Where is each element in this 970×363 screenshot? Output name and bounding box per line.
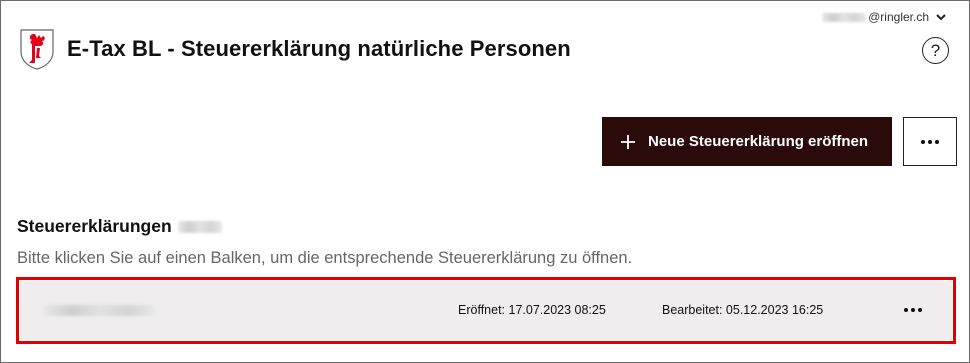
section-hint: Bitte klicken Sie auf einen Balken, um d…: [17, 249, 633, 267]
help-icon: ?: [930, 40, 941, 60]
account-email: @ringler.ch: [868, 10, 929, 24]
more-horizontal-icon: [921, 139, 939, 144]
app-window: @ringler.ch E-Tax BL - Steuererklärung n…: [0, 0, 970, 363]
redacted-email-user: [822, 12, 867, 22]
redacted-name: [177, 220, 222, 233]
account-menu[interactable]: @ringler.ch: [822, 9, 947, 25]
row-more-icon[interactable]: [904, 308, 922, 312]
page-title: E-Tax BL - Steuererklärung natürliche Pe…: [67, 36, 571, 61]
new-tax-return-label: Neue Steuererklärung eröffnen: [648, 133, 869, 150]
edited-date: Bearbeitet: 05.12.2023 16:25: [662, 303, 824, 317]
opened-date: Eröffnet: 17.07.2023 08:25: [458, 303, 606, 317]
redacted-return-name: [44, 305, 156, 316]
more-options-button[interactable]: [903, 117, 957, 166]
page-header: E-Tax BL - Steuererklärung natürliche Pe…: [19, 27, 571, 71]
help-button[interactable]: ?: [922, 37, 949, 64]
basel-landschaft-coat-of-arms-icon: [20, 29, 54, 70]
tax-return-row[interactable]: Eröffnet: 17.07.2023 08:25 Bearbeitet: 0…: [20, 281, 952, 340]
chevron-down-icon[interactable]: [935, 11, 947, 23]
section-title-text: Steuererklärungen: [17, 216, 172, 236]
section-title: Steuererklärungen: [17, 216, 222, 237]
new-tax-return-button[interactable]: Neue Steuererklärung eröffnen: [602, 117, 892, 166]
plus-icon: [621, 134, 635, 149]
